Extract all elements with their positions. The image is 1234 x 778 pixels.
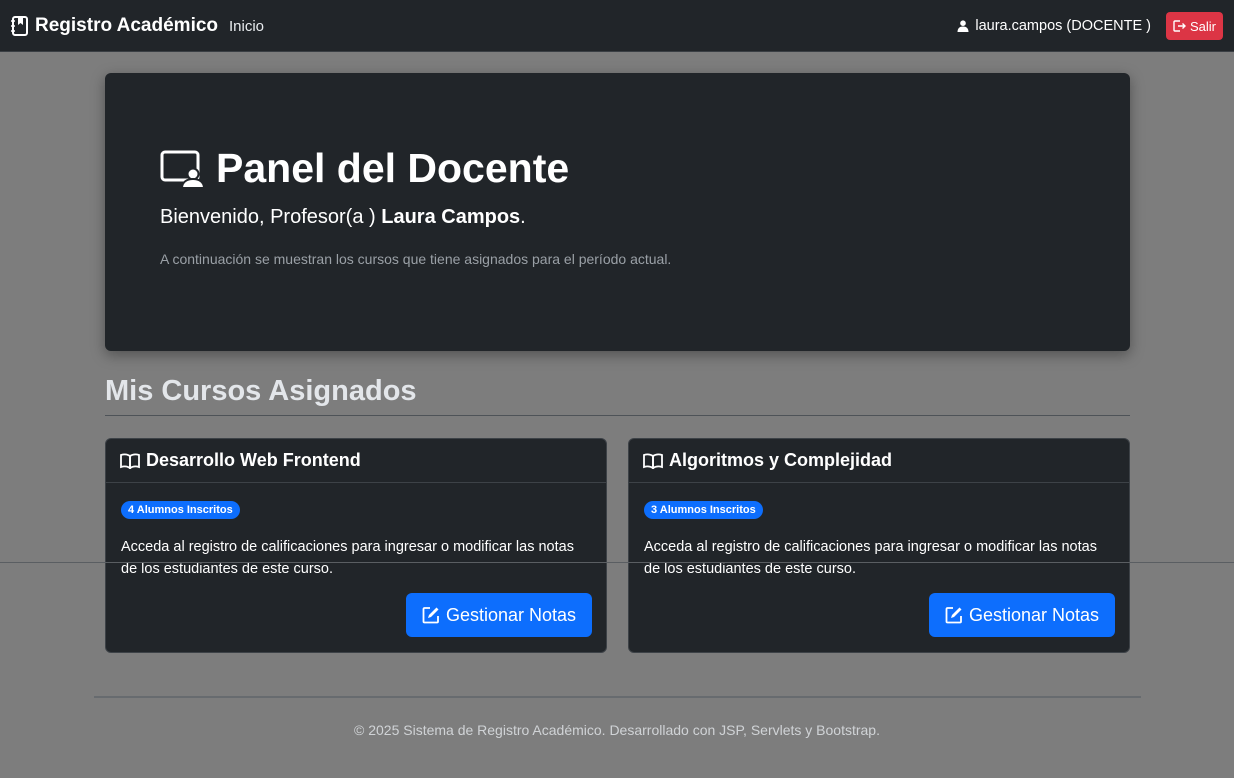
page-title: Panel del Docente <box>160 145 569 192</box>
welcome-suffix: . <box>520 206 526 228</box>
book-icon <box>643 452 663 469</box>
navbar: Registro Académico Inicio laura.campos (… <box>0 0 1234 52</box>
user-label: laura.campos (DOCENTE ) <box>975 18 1151 34</box>
course-description: Acceda al registro de calificaciones par… <box>121 539 574 577</box>
course-card-header: Algoritmos y Complejidad <box>629 439 1129 483</box>
pencil-square-icon <box>945 606 963 624</box>
brand-label: Registro Académico <box>35 15 219 36</box>
course-description: Acceda al registro de calificaciones par… <box>644 539 1097 577</box>
manage-grades-label: Gestionar Notas <box>968 604 1100 625</box>
user-info: laura.campos (DOCENTE ) <box>957 0 1151 52</box>
nav-link-inicio[interactable]: Inicio <box>229 0 264 52</box>
teacher-name: Laura Campos <box>381 206 521 228</box>
course-name: Desarrollo Web Frontend <box>146 450 361 470</box>
section-title: Mis Cursos Asignados <box>105 375 417 407</box>
footer-divider <box>94 696 1141 698</box>
page-title-text: Panel del Docente <box>216 145 570 191</box>
hero-subtitle: A continuación se muestran los cursos qu… <box>160 251 672 267</box>
course-card: Desarrollo Web Frontend 4 Alumnos Inscri… <box>105 438 607 653</box>
teacher-panel-hero: Panel del Docente Bienvenido, Profesor(a… <box>105 73 1130 351</box>
person-video-icon <box>160 150 204 188</box>
welcome-message: Bienvenido, Profesor(a ) Laura Campos. <box>160 206 526 229</box>
footer-text: © 2025 Sistema de Registro Académico. De… <box>354 722 880 738</box>
manage-grades-label: Gestionar Notas <box>445 604 577 625</box>
enrolled-badge: 3 Alumnos Inscritos <box>644 501 763 519</box>
logout-label: Salir <box>1189 18 1216 34</box>
person-icon <box>957 20 969 32</box>
course-card-header: Desarrollo Web Frontend <box>106 439 606 483</box>
book-icon <box>120 452 140 469</box>
backdrop-divider <box>0 562 1234 563</box>
brand-link[interactable]: Registro Académico <box>11 0 218 52</box>
enrolled-badge: 4 Alumnos Inscritos <box>121 501 240 519</box>
section-divider <box>105 415 1130 416</box>
pencil-square-icon <box>422 606 440 624</box>
welcome-prefix: Bienvenido, Profesor(a ) <box>160 206 376 228</box>
box-arrow-right-icon <box>1173 20 1186 32</box>
manage-grades-button[interactable]: Gestionar Notas <box>929 593 1115 637</box>
course-name: Algoritmos y Complejidad <box>669 450 893 470</box>
journal-bookmark-icon <box>11 16 29 36</box>
logout-button[interactable]: Salir <box>1166 12 1223 40</box>
course-card: Algoritmos y Complejidad 3 Alumnos Inscr… <box>628 438 1130 653</box>
manage-grades-button[interactable]: Gestionar Notas <box>406 593 592 637</box>
